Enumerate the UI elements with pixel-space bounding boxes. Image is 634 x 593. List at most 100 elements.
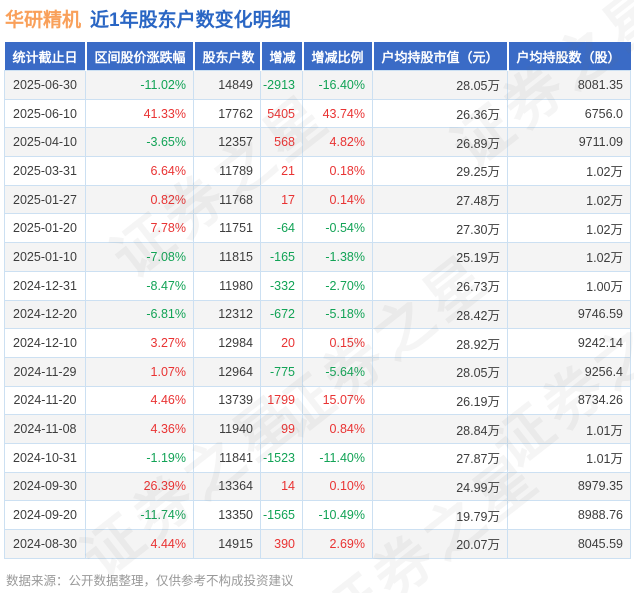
table-cell: -6.81% — [85, 299, 194, 330]
table-cell: 43.74% — [302, 98, 373, 129]
table-cell: 7.78% — [85, 213, 194, 244]
table-cell: -3.65% — [85, 127, 194, 158]
table-row: 2025-04-10 -3.65% 12357 568 4.82% 26.89万 9711.… — [4, 127, 631, 158]
table-cell: -2.70% — [302, 270, 373, 301]
table-cell: -332 — [260, 270, 303, 301]
table-cell: 14849 — [193, 70, 261, 100]
table-cell: 13739 — [193, 385, 261, 416]
table-cell: 9256.4 — [507, 356, 631, 387]
table-cell: -165 — [260, 242, 303, 272]
table-row: 2024-12-20 -6.81% 12312 -672 -5.18% 28.42万 974… — [4, 299, 631, 330]
table-cell: 2024-12-10 — [4, 328, 86, 358]
table-cell: 11980 — [193, 270, 261, 301]
table-cell: -11.02% — [85, 70, 194, 100]
table-cell: 2024-11-29 — [4, 356, 86, 387]
table-cell: 27.30万 — [372, 213, 508, 244]
column-header: 股东户数 — [192, 42, 261, 71]
column-header: 增减 — [259, 42, 303, 71]
table-cell: -672 — [260, 299, 303, 330]
table-cell: 13364 — [193, 471, 261, 502]
table-cell: 390 — [260, 529, 303, 559]
table-row: 2024-10-31 -1.19% 11841 -1523 -11.40% 27.87万 1… — [4, 442, 631, 473]
table-cell: 1.07% — [85, 356, 194, 387]
table-cell: 6756.0 — [507, 98, 631, 129]
table-cell: 568 — [260, 127, 303, 158]
table-cell: -11.40% — [302, 442, 373, 473]
table-row: 2025-01-27 0.82% 11768 17 0.14% 27.48万 1.02万 — [4, 184, 631, 215]
table-row: 2025-01-10 -7.08% 11815 -165 -1.38% 25.19万 1.0… — [4, 242, 631, 272]
table-row: 2024-11-20 4.46% 13739 1799 15.07% 26.19万 8734… — [4, 385, 631, 416]
table-cell: 13350 — [193, 500, 261, 530]
table-row: 2025-03-31 6.64% 11789 21 0.18% 29.25万 1.02万 — [4, 156, 631, 186]
column-header: 统计截止日 — [4, 42, 86, 71]
table-row: 2025-06-30 -11.02% 14849 -2913 -16.40% 28.05万… — [4, 70, 631, 100]
table-cell: 1.02万 — [507, 184, 631, 215]
table-cell: 1.02万 — [507, 213, 631, 244]
stock-name: 华研精机 — [5, 10, 82, 31]
table-cell: -11.74% — [85, 500, 194, 530]
table-cell: 9746.59 — [507, 299, 631, 330]
table-cell: 1.00万 — [507, 270, 631, 301]
table-cell: -775 — [260, 356, 303, 387]
table-cell: 11789 — [193, 156, 261, 186]
table-cell: 2025-03-31 — [4, 156, 86, 186]
table-row: 2024-11-08 4.36% 11940 99 0.84% 28.84万 1.01万 — [4, 414, 631, 444]
table-row: 2024-09-20 -11.74% 13350 -1565 -10.49% 19.79万… — [4, 500, 631, 530]
table-cell: 1.01万 — [507, 442, 631, 473]
table-cell: 41.33% — [85, 98, 194, 129]
table-cell: 14915 — [193, 529, 261, 559]
table-cell: 2024-11-08 — [4, 414, 86, 444]
table-header-row: 统计截止日 区间股价涨跌幅 股东户数 增减 增减比例 户均持股市值（元） 户均持股数（股） — [4, 42, 631, 71]
table-cell: 1.02万 — [507, 156, 631, 186]
table-cell: 12357 — [193, 127, 261, 158]
table-cell: 8979.35 — [507, 471, 631, 502]
table-row: 2024-12-31 -8.47% 11980 -332 -2.70% 26.73万 1.0… — [4, 270, 631, 301]
table-cell: 26.39% — [85, 471, 194, 502]
table-cell: 19.79万 — [372, 500, 508, 530]
table-cell: 8045.59 — [507, 529, 631, 559]
table-cell: 2024-11-20 — [4, 385, 86, 416]
table-cell: 2.69% — [302, 529, 373, 559]
table-cell: -5.64% — [302, 356, 373, 387]
shareholder-table-page: 华研精机 近1年股东户数变化明细 统计截止日 区间股价涨跌幅 股东户数 增减 增减比例 户均… — [0, 0, 634, 593]
table-cell: -1523 — [260, 442, 303, 473]
table-cell: 11768 — [193, 184, 261, 215]
table-cell: 28.05万 — [372, 70, 508, 100]
table-cell: 2025-01-10 — [4, 242, 86, 272]
table-cell: 2025-04-10 — [4, 127, 86, 158]
table-cell: 4.46% — [85, 385, 194, 416]
table-cell: 11751 — [193, 213, 261, 244]
table-cell: -64 — [260, 213, 303, 244]
table-body: 2025-06-30 -11.02% 14849 -2913 -16.40% 28.05万… — [4, 70, 631, 559]
table-cell: -0.54% — [302, 213, 373, 244]
table-row: 2024-08-30 4.44% 14915 390 2.69% 20.07万 8045.5… — [4, 529, 631, 559]
table-cell: 2024-12-31 — [4, 270, 86, 301]
table-cell: 1.02万 — [507, 242, 631, 272]
table-cell: 17 — [260, 184, 303, 215]
table-cell: 28.92万 — [372, 328, 508, 358]
table-cell: 12312 — [193, 299, 261, 330]
table-cell: 1799 — [260, 385, 303, 416]
table-cell: 28.05万 — [372, 356, 508, 387]
table-cell: 5405 — [260, 98, 303, 129]
table-cell: 0.10% — [302, 471, 373, 502]
table-cell: 27.87万 — [372, 442, 508, 473]
table-cell: -7.08% — [85, 242, 194, 272]
table-cell: 21 — [260, 156, 303, 186]
table-cell: 6.64% — [85, 156, 194, 186]
table-row: 2025-06-10 41.33% 17762 5405 43.74% 26.36万 675… — [4, 98, 631, 129]
table-cell: 28.84万 — [372, 414, 508, 444]
column-header: 增减比例 — [301, 42, 373, 71]
table-cell: -8.47% — [85, 270, 194, 301]
title-text: 近1年股东户数变化明细 — [90, 10, 291, 31]
table-cell: 20.07万 — [372, 529, 508, 559]
table-cell: 4.44% — [85, 529, 194, 559]
shareholder-table: 统计截止日 区间股价涨跌幅 股东户数 增减 增减比例 户均持股市值（元） 户均持股数（股） … — [4, 42, 631, 559]
table-cell: 0.18% — [302, 156, 373, 186]
table-cell: 15.07% — [302, 385, 373, 416]
table-cell: 17762 — [193, 98, 261, 129]
table-cell: 26.89万 — [372, 127, 508, 158]
data-source-note: 数据来源：公开数据整理，仅供参考不构成投资建议 — [6, 574, 294, 588]
table-row: 2024-11-29 1.07% 12964 -775 -5.64% 28.05万 9256… — [4, 356, 631, 387]
table-cell: 26.19万 — [372, 385, 508, 416]
